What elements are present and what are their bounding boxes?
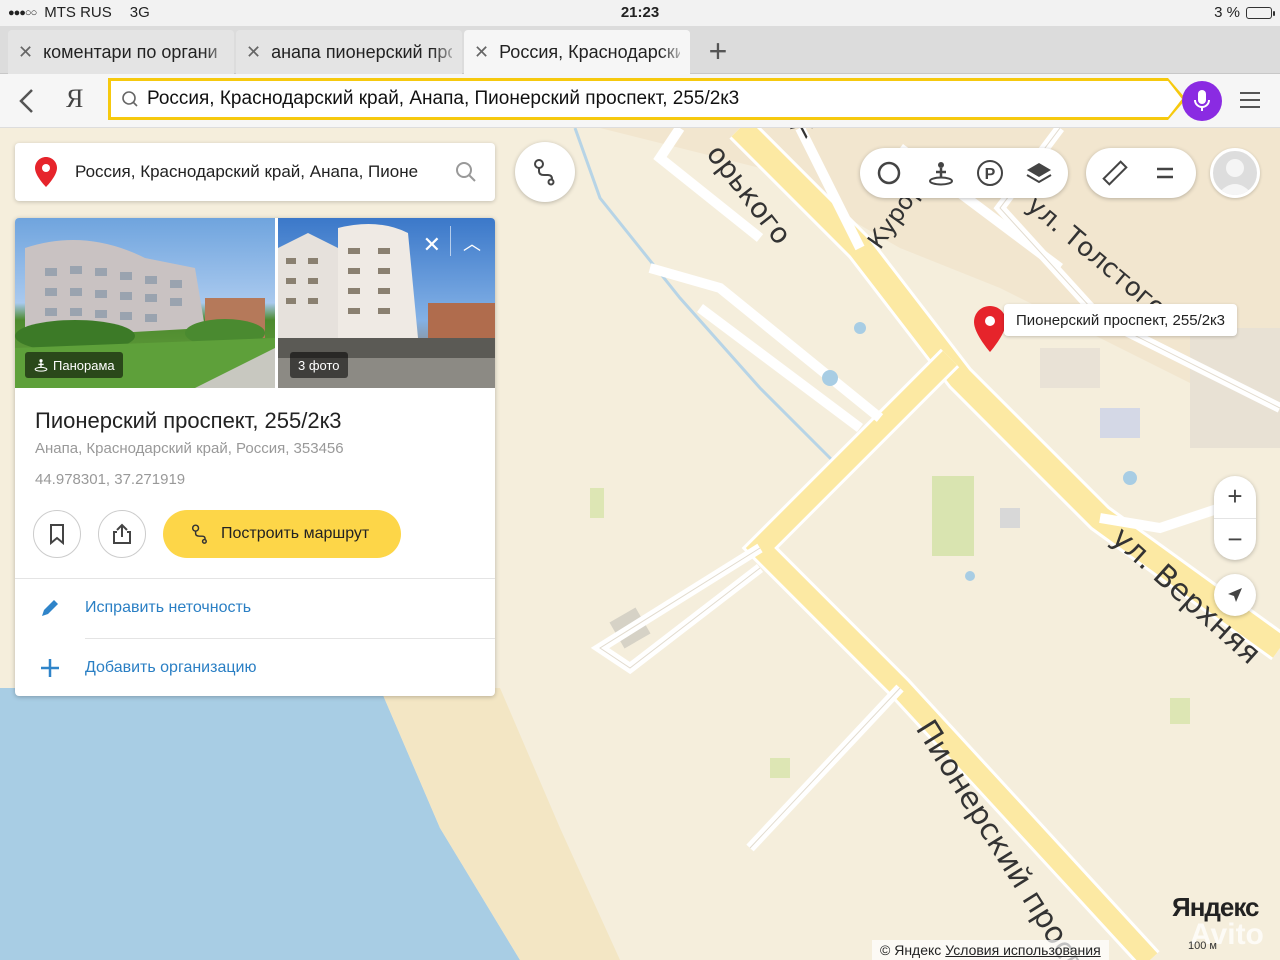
layers-icon[interactable] [1024, 158, 1054, 188]
geolocation-button[interactable] [1214, 574, 1256, 616]
plus-icon [41, 659, 59, 677]
microphone-icon [1194, 90, 1210, 111]
copyright-text: © Яндекс [880, 942, 942, 958]
place-coordinates[interactable]: 44.978301, 37.271919 [35, 471, 185, 488]
zoom-out-button[interactable]: − [1214, 518, 1256, 560]
chevron-up-icon[interactable]: ︿ [463, 230, 481, 256]
status-bar: ●●●○○ MTS RUS 3G 21:23 3 % [0, 0, 1280, 26]
place-card: Панорама 3 фото ✕ ︿ Пионерский проспект,… [15, 218, 495, 696]
back-arrow-icon[interactable] [14, 86, 40, 116]
new-tab-button[interactable]: + [700, 34, 736, 70]
add-organization-link[interactable]: Добавить организацию [15, 639, 495, 696]
search-icon [122, 91, 138, 107]
marker-label[interactable]: Пионерский проспект, 255/2к3 [1004, 304, 1237, 336]
address-text[interactable]: Россия, Краснодарский край, Анапа, Пионе… [147, 88, 739, 110]
battery-percent: 3 % [1214, 4, 1240, 21]
tab-title: Россия, Краснодарски [499, 41, 680, 62]
tab-title: анапа пионерский про [271, 41, 452, 62]
build-route-button[interactable]: Построить маршрут [163, 510, 401, 558]
search-icon[interactable] [455, 161, 477, 183]
battery-icon [1246, 6, 1275, 19]
panorama-photo[interactable]: Панорама [15, 218, 275, 388]
map-search-box[interactable]: Россия, Краснодарский край, Анапа, Пионе [15, 143, 495, 201]
traffic-icon[interactable] [874, 158, 904, 188]
map-marker-icon[interactable] [974, 306, 1006, 352]
photo-strip: Панорама 3 фото ✕ ︿ [15, 218, 495, 388]
bookmark-button[interactable] [33, 510, 81, 558]
tab-3-active[interactable]: ✕ Россия, Краснодарски [464, 30, 690, 74]
location-pin-icon [35, 157, 57, 187]
tab-bar: ✕ коментари по органи ✕ анапа пионерский… [0, 26, 1280, 74]
route-icon [534, 159, 555, 186]
routes-button[interactable] [515, 142, 575, 202]
tab-close-icon[interactable]: ✕ [474, 42, 489, 63]
map-layers-toolbar: P [860, 148, 1068, 198]
fix-inaccuracy-link[interactable]: Исправить неточность [15, 579, 495, 637]
share-icon [113, 523, 131, 544]
yandex-logo[interactable]: Я [66, 84, 83, 114]
parking-icon[interactable]: P [975, 158, 1005, 188]
place-title: Пионерский проспект, 255/2к3 [35, 408, 342, 433]
user-avatar-icon [1217, 159, 1253, 195]
map-view[interactable]: орького Ж Курорт ул. Толстого ул. Верхня… [0, 128, 1280, 960]
user-avatar[interactable] [1210, 148, 1260, 198]
hamburger-menu-icon[interactable] [1238, 88, 1262, 112]
zoom-in-button[interactable]: + [1214, 476, 1256, 518]
svg-text:P: P [985, 166, 996, 183]
terms-link[interactable]: Условия использования [945, 942, 1100, 958]
close-card-icon[interactable]: ✕ [423, 232, 441, 258]
navigation-arrow-icon [1228, 588, 1242, 602]
map-tools-toolbar [1086, 148, 1196, 198]
scale-label: 100 м [1188, 940, 1217, 952]
share-button[interactable] [98, 510, 146, 558]
status-right: 3 % [1214, 4, 1275, 21]
pencil-icon [42, 600, 58, 616]
panorama-icon [34, 359, 48, 372]
panorama-icon[interactable] [926, 158, 956, 188]
tab-close-icon[interactable]: ✕ [18, 42, 33, 63]
browser-toolbar: Я Россия, Краснодарский край, Анапа, Пио… [0, 74, 1280, 128]
clock: 21:23 [620, 4, 660, 21]
fix-inaccuracy-label: Исправить неточность [85, 599, 252, 616]
bookmark-icon [50, 524, 64, 545]
panorama-label: Панорама [53, 357, 115, 373]
route-icon [191, 524, 207, 544]
tab-2[interactable]: ✕ анапа пионерский про [236, 30, 462, 74]
photos-count-label: 3 фото [298, 357, 340, 373]
add-organization-label: Добавить организацию [85, 659, 257, 676]
more-options-icon[interactable] [1150, 158, 1180, 188]
tab-1[interactable]: ✕ коментари по органи [8, 30, 234, 74]
zoom-controls: + − [1214, 476, 1256, 560]
panorama-badge[interactable]: Панорама [25, 352, 123, 378]
map-search-input[interactable]: Россия, Краснодарский край, Анапа, Пионе [75, 162, 425, 182]
tab-title: коментари по органи [43, 41, 218, 62]
copyright-bar: © Яндекс Условия использования [872, 940, 1109, 960]
ruler-icon[interactable] [1100, 158, 1130, 188]
place-address: Анапа, Краснодарский край, Россия, 35345… [35, 440, 344, 457]
photos-count-badge[interactable]: 3 фото [290, 352, 348, 378]
tab-close-icon[interactable]: ✕ [246, 42, 261, 63]
voice-search-button[interactable] [1182, 81, 1222, 121]
address-bar[interactable]: Россия, Краснодарский край, Анапа, Пионе… [108, 78, 1186, 120]
build-route-label: Построить маршрут [221, 525, 370, 542]
